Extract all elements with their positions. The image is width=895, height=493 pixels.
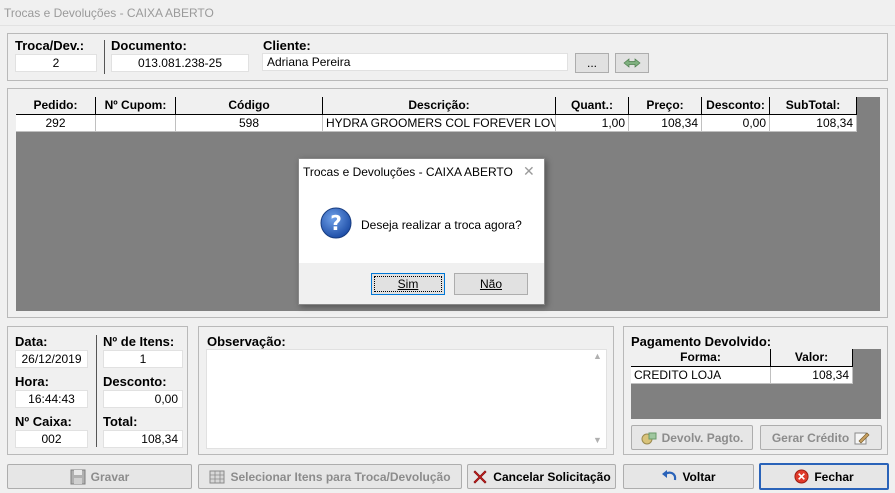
- window-title: Trocas e Devoluções - CAIXA ABERTO: [0, 0, 895, 26]
- table-cell[interactable]: 108,34: [770, 115, 857, 132]
- col-preco[interactable]: Preço:: [629, 97, 702, 115]
- documento-label: Documento:: [111, 38, 187, 53]
- col-desconto[interactable]: Desconto:: [702, 97, 770, 115]
- table-cell[interactable]: 292: [16, 115, 96, 132]
- arrows-icon: [623, 58, 641, 68]
- close-icon[interactable]: ✕: [523, 163, 535, 180]
- itens-field[interactable]: 1: [103, 350, 183, 368]
- desconto-label: Desconto:: [103, 374, 167, 389]
- separator: [96, 335, 97, 447]
- sim-label: Sim: [397, 277, 419, 291]
- cliente-field[interactable]: Adriana Pereira: [262, 53, 568, 71]
- table-cell[interactable]: [96, 115, 176, 132]
- undo-arrow-icon: [662, 469, 677, 480]
- cancel-x-icon: [473, 469, 487, 484]
- fechar-label: Fechar: [814, 469, 854, 484]
- browse-cliente-button[interactable]: ...: [575, 53, 609, 73]
- col-descricao[interactable]: Descrição:: [323, 97, 556, 115]
- troca-field[interactable]: 2: [15, 54, 97, 72]
- col-cupom[interactable]: Nº Cupom:: [96, 97, 176, 115]
- devolv-pagto-label: Devolv. Pagto.: [661, 430, 744, 445]
- cancelar-solicitacao-button[interactable]: Cancelar Solicitação: [467, 464, 616, 489]
- table-icon: [209, 470, 225, 483]
- troca-label: Troca/Dev.:: [15, 38, 85, 53]
- col-quant[interactable]: Quant.:: [556, 97, 629, 115]
- table-cell[interactable]: 1,00: [556, 115, 629, 132]
- dialog-title: Trocas e Devoluções - CAIXA ABERTO: [303, 165, 513, 179]
- col-valor[interactable]: Valor:: [771, 349, 853, 367]
- gravar-button[interactable]: Gravar: [7, 464, 192, 489]
- col-codigo[interactable]: Código: [176, 97, 323, 115]
- caixa-label: Nº Caixa:: [15, 414, 72, 429]
- edit-icon: [854, 432, 870, 444]
- confirm-dialog: Trocas e Devoluções - CAIXA ABERTO ✕ ? D…: [298, 158, 545, 305]
- selecionar-itens-button[interactable]: Selecionar Itens para Troca/Devolução: [198, 464, 462, 489]
- gerar-credito-button[interactable]: Gerar Crédito: [760, 425, 882, 450]
- col-forma[interactable]: Forma:: [631, 349, 771, 367]
- data-label: Data:: [15, 334, 48, 349]
- pagamento-panel: Pagamento Devolvido: Forma: Valor: CREDI…: [623, 326, 888, 455]
- table-cell[interactable]: 108,34: [771, 367, 853, 384]
- dialog-footer: Sim Não: [299, 263, 544, 304]
- desconto-field[interactable]: 0,00: [103, 390, 183, 408]
- col-pedido[interactable]: Pedido:: [16, 97, 96, 115]
- nao-label: Não: [479, 277, 502, 291]
- hora-field[interactable]: 16:44:43: [15, 390, 88, 408]
- total-label: Total:: [103, 414, 138, 429]
- table-cell[interactable]: 598: [176, 115, 323, 132]
- data-field[interactable]: 26/12/2019: [15, 350, 88, 368]
- table-cell[interactable]: 108,34: [629, 115, 702, 132]
- scroll-up-icon[interactable]: ▲: [593, 351, 602, 361]
- table-cell[interactable]: HYDRA GROOMERS COL FOREVER LOVE 4: [323, 115, 556, 132]
- nao-button[interactable]: Não: [454, 273, 528, 295]
- voltar-button[interactable]: Voltar: [623, 464, 754, 489]
- col-subtotal[interactable]: SubTotal:: [770, 97, 857, 115]
- scroll-down-icon[interactable]: ▼: [593, 435, 602, 445]
- payment-icon: [641, 432, 657, 444]
- caixa-field[interactable]: 002: [15, 430, 88, 448]
- total-field[interactable]: 108,34: [103, 430, 183, 448]
- voltar-label: Voltar: [682, 469, 716, 484]
- cliente-label: Cliente:: [263, 38, 311, 53]
- observacao-textarea[interactable]: [206, 349, 607, 449]
- close-circle-icon: [794, 469, 809, 484]
- info-panel: Data: 26/12/2019 Hora: 16:44:43 Nº Caixa…: [7, 326, 188, 455]
- observacao-label: Observação:: [207, 334, 286, 349]
- svg-text:?: ?: [330, 211, 342, 235]
- hora-label: Hora:: [15, 374, 49, 389]
- header-panel: Troca/Dev.: 2 Documento: 013.081.238-25 …: [7, 33, 888, 81]
- pagamento-grid[interactable]: Forma: Valor: CREDITO LOJA 108,34: [631, 349, 881, 419]
- question-icon: ?: [320, 207, 352, 239]
- devolv-pagto-button[interactable]: Devolv. Pagto.: [631, 425, 753, 450]
- gravar-label: Gravar: [90, 469, 130, 484]
- cancelar-solicitacao-label: Cancelar Solicitação: [493, 469, 611, 484]
- observacao-panel: Observação: ▲ ▼: [198, 326, 614, 455]
- documento-field[interactable]: 013.081.238-25: [111, 54, 249, 72]
- separator: [104, 40, 105, 74]
- table-cell[interactable]: 0,00: [702, 115, 770, 132]
- swap-cliente-button[interactable]: [615, 53, 649, 73]
- table-cell[interactable]: CREDITO LOJA: [631, 367, 771, 384]
- itens-label: Nº de Itens:: [103, 334, 175, 349]
- gerar-credito-label: Gerar Crédito: [771, 430, 850, 445]
- selecionar-itens-label: Selecionar Itens para Troca/Devolução: [230, 469, 451, 484]
- pagamento-title: Pagamento Devolvido:: [631, 334, 772, 349]
- save-icon: [70, 469, 86, 484]
- fechar-button[interactable]: Fechar: [759, 463, 889, 490]
- sim-button[interactable]: Sim: [371, 273, 445, 295]
- dialog-message: Deseja realizar a troca agora?: [361, 218, 522, 232]
